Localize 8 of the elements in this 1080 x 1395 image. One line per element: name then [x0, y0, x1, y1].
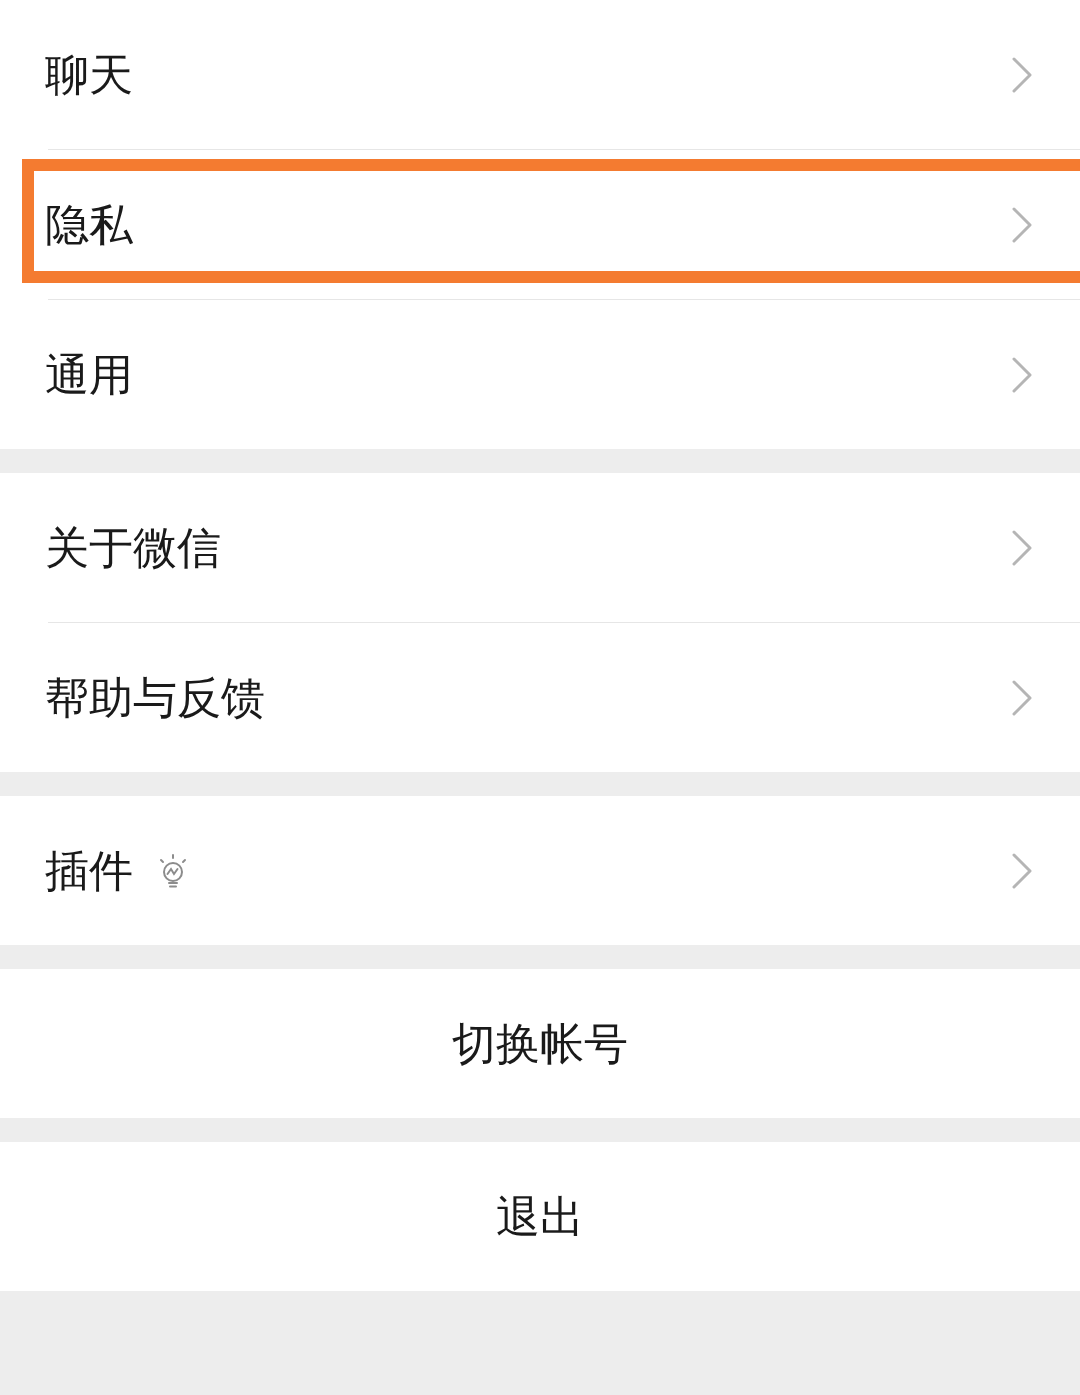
chevron-right-icon — [1012, 56, 1032, 93]
chevron-right-icon — [1012, 679, 1032, 716]
action-button[interactable]: 退出 — [0, 1142, 1080, 1291]
action-button[interactable]: 切换帐号 — [0, 969, 1080, 1118]
chevron-right-icon — [1012, 852, 1032, 889]
chevron-right-icon — [1012, 206, 1032, 243]
chevron-right-icon — [1012, 529, 1032, 566]
chevron-right-icon — [1012, 356, 1032, 393]
